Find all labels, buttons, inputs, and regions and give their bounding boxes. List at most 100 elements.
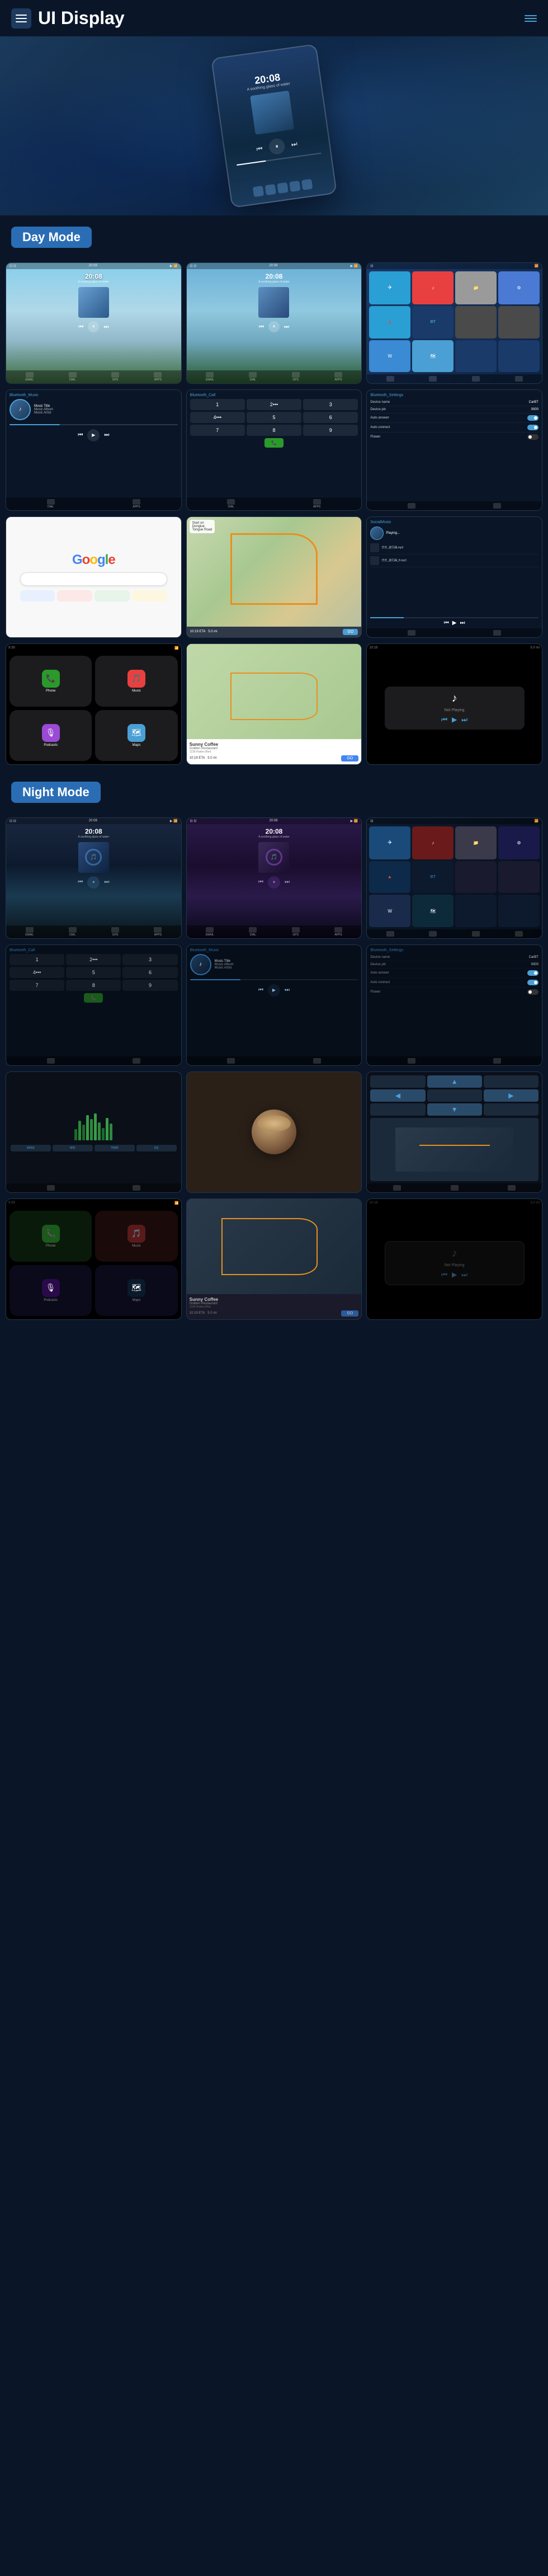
app-maps2[interactable]: 🗺 xyxy=(412,340,453,372)
bt-next[interactable]: ⏭ xyxy=(104,432,109,438)
bookmark-4[interactable] xyxy=(132,590,167,601)
social-next[interactable]: ⏭ xyxy=(460,620,465,626)
nbb-7-2[interactable] xyxy=(133,1185,140,1191)
night-music-app[interactable]: 🎵 Music xyxy=(95,1211,177,1262)
night-call-button[interactable]: 📞 xyxy=(84,993,103,1003)
app-music[interactable]: ♪ xyxy=(412,271,453,304)
nbb-8-1[interactable] xyxy=(393,1185,401,1191)
app-bt[interactable]: BT xyxy=(412,306,453,338)
nbb-4-2[interactable] xyxy=(133,1058,140,1064)
nbb-6-2[interactable] xyxy=(493,1058,501,1064)
night-bt-prev[interactable]: ⏮ xyxy=(258,987,263,993)
night-app-maps[interactable]: 🗺 xyxy=(412,895,453,927)
night-play-2[interactable]: ⏸ xyxy=(268,876,280,889)
next-btn-day1[interactable]: ⏭ xyxy=(103,324,108,330)
prev-btn-day1[interactable]: ⏮ xyxy=(78,324,83,330)
night-app-bt[interactable]: BT xyxy=(412,861,453,893)
night-np-next[interactable]: ⏭ xyxy=(461,1271,467,1279)
dial-1[interactable]: 1 xyxy=(190,399,245,410)
night-maps-app[interactable]: 🗺 Maps xyxy=(95,1265,177,1316)
bb-4-apps[interactable]: APPS xyxy=(133,499,140,509)
bb-apps[interactable]: APPS xyxy=(154,372,162,382)
social-item-1[interactable]: 华乐_进行曲.mp3 xyxy=(370,542,538,554)
app-icon-2[interactable] xyxy=(265,184,276,195)
night-np-play[interactable]: ▶ xyxy=(452,1271,457,1279)
eq-btn-4[interactable]: EQ xyxy=(136,1145,177,1151)
bb-gps[interactable]: GPS xyxy=(111,372,119,382)
prev-btn-day2[interactable]: ⏮ xyxy=(259,324,264,330)
apple-maps-app[interactable]: 🗺 Maps xyxy=(95,710,177,761)
app-settings-icon[interactable]: ⚙ xyxy=(498,271,540,304)
bb-5-1[interactable]: DIAL xyxy=(227,499,235,509)
night-dial-8[interactable]: 8 xyxy=(66,980,121,991)
go-button[interactable]: GO xyxy=(343,629,358,635)
bb-6-1[interactable] xyxy=(408,503,415,509)
app-icon-5[interactable] xyxy=(301,179,313,190)
auto-connect-toggle[interactable] xyxy=(527,425,538,430)
night-next-1[interactable]: ⏭ xyxy=(104,879,109,885)
nbb-7-1[interactable] xyxy=(47,1185,55,1191)
app-files[interactable]: 📁 xyxy=(455,271,497,304)
night-app-settings[interactable]: ⚙ xyxy=(498,826,540,859)
bb-3-4[interactable] xyxy=(515,376,523,382)
bb-6-2[interactable] xyxy=(493,503,501,509)
night-dial-7[interactable]: 7 xyxy=(10,980,64,991)
night-next-2[interactable]: ⏭ xyxy=(285,879,290,885)
dial-7[interactable]: 7 xyxy=(190,425,245,436)
nb-1-3[interactable]: GPS xyxy=(111,927,119,937)
night-prev-1[interactable]: ⏮ xyxy=(78,879,83,885)
app-telegram[interactable]: ✈ xyxy=(369,271,410,304)
eq-btn-2[interactable]: MID xyxy=(53,1145,93,1151)
bb-email2[interactable]: EMAIL xyxy=(206,372,214,382)
app-waze[interactable]: W xyxy=(369,340,410,372)
night-auto-answer-toggle[interactable] xyxy=(527,970,538,976)
nb-2-1[interactable]: EMAIL xyxy=(206,927,214,937)
night-app-waze[interactable]: W xyxy=(369,895,410,927)
nav-arrow-left[interactable]: ◀ xyxy=(370,1089,425,1102)
nbb-3-3[interactable] xyxy=(472,931,480,937)
app-icon-3[interactable] xyxy=(277,182,288,194)
bb-5-2[interactable]: APPS xyxy=(313,499,321,509)
apple-music-app[interactable]: 🎵 Music xyxy=(95,656,177,707)
social-prev[interactable]: ⏮ xyxy=(444,620,449,626)
nb-2-4[interactable]: APPS xyxy=(334,927,342,937)
night-bt-next[interactable]: ⏭ xyxy=(285,987,290,993)
bb-3-2[interactable] xyxy=(429,376,437,382)
coffee-go-btn[interactable]: GO xyxy=(341,755,358,761)
night-dial-2[interactable]: 2••• xyxy=(66,954,121,965)
nav-arrow-down[interactable]: ▼ xyxy=(427,1103,482,1116)
bb-9-2[interactable] xyxy=(493,630,501,636)
dial-9[interactable]: 9 xyxy=(303,425,358,436)
nav-arrow-up[interactable]: ▲ xyxy=(427,1075,482,1088)
next-icon[interactable]: ⏭ xyxy=(291,139,298,148)
flower-toggle[interactable] xyxy=(527,434,538,440)
bb-3-3[interactable] xyxy=(472,376,480,382)
np-next[interactable]: ⏭ xyxy=(461,716,467,724)
night-bt-play[interactable]: ▶ xyxy=(268,984,280,996)
nb-1-2[interactable]: DIAL xyxy=(69,927,77,937)
dial-8[interactable]: 8 xyxy=(247,425,301,436)
eq-btn-3[interactable]: TREB xyxy=(95,1145,135,1151)
night-flower-toggle[interactable] xyxy=(527,989,538,995)
night-dial-4[interactable]: 4••• xyxy=(10,967,64,978)
bb-3-1[interactable] xyxy=(386,376,394,382)
nb-1-1[interactable]: EMAIL xyxy=(25,927,34,937)
dial-6[interactable]: 6 xyxy=(303,412,358,423)
nbb-4-1[interactable] xyxy=(47,1058,55,1064)
bb-4-phone[interactable]: DIAL xyxy=(47,499,55,509)
night-dial-1[interactable]: 1 xyxy=(10,954,64,965)
night-dial-9[interactable]: 9 xyxy=(122,980,177,991)
night-go-btn[interactable]: GO xyxy=(341,1310,358,1317)
nb-2-3[interactable]: GPS xyxy=(292,927,300,937)
auto-answer-toggle[interactable] xyxy=(527,415,538,421)
night-app-files[interactable]: 📁 xyxy=(455,826,497,859)
night-phone-app[interactable]: 📞 Phone xyxy=(10,1211,92,1262)
nb-1-4[interactable]: APPS xyxy=(154,927,162,937)
nbb-6-1[interactable] xyxy=(408,1058,415,1064)
nbb-5-1[interactable] xyxy=(227,1058,235,1064)
bb-9-1[interactable] xyxy=(408,630,415,636)
dial-4[interactable]: 4••• xyxy=(190,412,245,423)
bb-dial[interactable]: DIAL xyxy=(69,372,77,382)
nbb-8-2[interactable] xyxy=(451,1185,459,1191)
bt-play[interactable]: ▶ xyxy=(87,429,100,441)
